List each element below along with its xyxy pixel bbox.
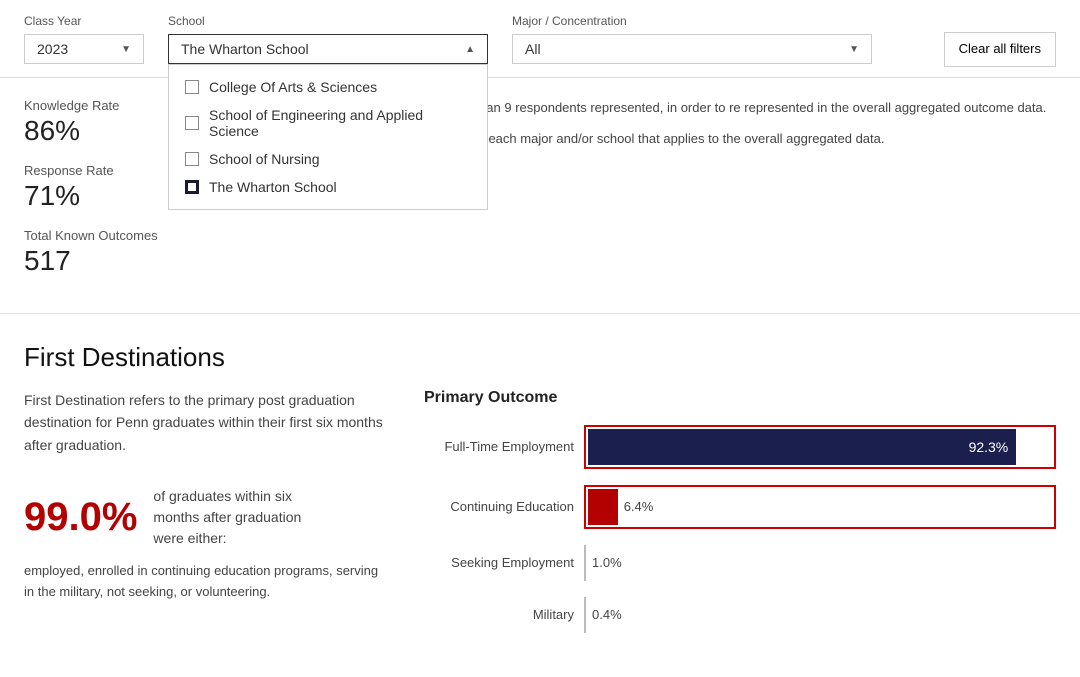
bar-value-fulltime: 92.3% [969, 439, 1009, 455]
class-year-value: 2023 [37, 41, 68, 57]
major-filter: Major / Concentration All [512, 14, 872, 64]
school-label: School [168, 14, 488, 28]
checkbox-nursing[interactable] [185, 152, 199, 166]
first-dest-description: First Destination refers to the primary … [24, 389, 384, 456]
total-outcomes-label: Total Known Outcomes [24, 228, 204, 243]
clear-filters-button[interactable]: Clear all filters [944, 32, 1056, 67]
major-value: All [525, 41, 541, 57]
bar-value-seeking: 1.0% [592, 555, 622, 570]
section-title: First Destinations [24, 342, 1056, 373]
class-year-filter: Class Year 2023 [24, 14, 144, 64]
bar-row-continuing: Continuing Education 6.4% [424, 485, 1056, 529]
bar-row-seeking: Seeking Employment 1.0% [424, 545, 1056, 581]
checkbox-wharton[interactable] [185, 180, 199, 194]
first-dest-layout: First Destination refers to the primary … [24, 389, 1056, 649]
school-option-wharton-label: The Wharton School [209, 179, 337, 195]
highlight-percent: 99.0% [24, 495, 137, 540]
bar-value-military: 0.4% [592, 607, 622, 622]
school-option-nursing-label: School of Nursing [209, 151, 320, 167]
bar-value-continuing: 6.4% [624, 499, 654, 514]
class-year-select[interactable]: 2023 [24, 34, 144, 64]
school-value: The Wharton School [181, 41, 309, 57]
school-filter: School The Wharton School College Of Art… [168, 14, 488, 64]
bar-label-fulltime: Full-Time Employment [424, 439, 584, 454]
highlight-desc: of graduates within six months after gra… [153, 486, 301, 549]
school-select[interactable]: The Wharton School [168, 34, 488, 64]
highlight-line2: months after graduation [153, 509, 301, 525]
checkbox-engineering[interactable] [185, 116, 199, 130]
total-outcomes-stat: Total Known Outcomes 517 [24, 228, 204, 277]
filter-bar: Class Year 2023 School The Wharton Schoo… [0, 0, 1080, 78]
chevron-down-icon [121, 44, 131, 55]
bar-wrapper-military: 0.4% [584, 597, 1056, 633]
school-option-wharton[interactable]: The Wharton School [169, 173, 487, 201]
bar-wrapper-seeking: 1.0% [584, 545, 1056, 581]
chevron-up-icon [465, 44, 475, 55]
class-year-label: Class Year [24, 14, 144, 28]
bar-label-military: Military [424, 607, 584, 622]
bar-row-military: Military 0.4% [424, 597, 1056, 633]
major-label: Major / Concentration [512, 14, 872, 28]
bar-row-fulltime: Full-Time Employment 92.3% [424, 425, 1056, 469]
bar-seeking [584, 545, 586, 581]
bar-wrapper-fulltime: 92.3% [584, 425, 1056, 469]
bar-continuing [588, 489, 618, 525]
bottom-text: employed, enrolled in continuing educati… [24, 561, 384, 603]
bar-fulltime: 92.3% [588, 429, 1016, 465]
major-select[interactable]: All [512, 34, 872, 64]
school-dropdown-menu: College Of Arts & Sciences School of Eng… [168, 64, 488, 210]
highlight-line3: were either: [153, 530, 226, 546]
bar-wrapper-continuing: 6.4% [584, 485, 1056, 529]
school-option-engineering[interactable]: School of Engineering and Applied Scienc… [169, 101, 487, 145]
chart-title: Primary Outcome [424, 389, 1056, 407]
highlight-row: 99.0% of graduates within six months aft… [24, 486, 384, 549]
checkbox-arts[interactable] [185, 80, 199, 94]
bar-military [584, 597, 586, 633]
chart-section: Primary Outcome Full-Time Employment 92.… [424, 389, 1056, 649]
first-dest-left: First Destination refers to the primary … [24, 389, 384, 649]
bar-label-continuing: Continuing Education [424, 499, 584, 514]
school-option-nursing[interactable]: School of Nursing [169, 145, 487, 173]
main-content: First Destinations First Destination ref… [0, 314, 1080, 677]
total-outcomes-value: 517 [24, 245, 204, 277]
chevron-down-icon-major [849, 44, 859, 55]
bar-label-seeking: Seeking Employment [424, 555, 584, 570]
school-option-arts[interactable]: College Of Arts & Sciences [169, 73, 487, 101]
stats-section: Knowledge Rate 86% Response Rate 71% Tot… [0, 78, 1080, 314]
highlight-line1: of graduates within six [153, 488, 292, 504]
school-option-engineering-label: School of Engineering and Applied Scienc… [209, 107, 471, 139]
school-option-arts-label: College Of Arts & Sciences [209, 79, 377, 95]
